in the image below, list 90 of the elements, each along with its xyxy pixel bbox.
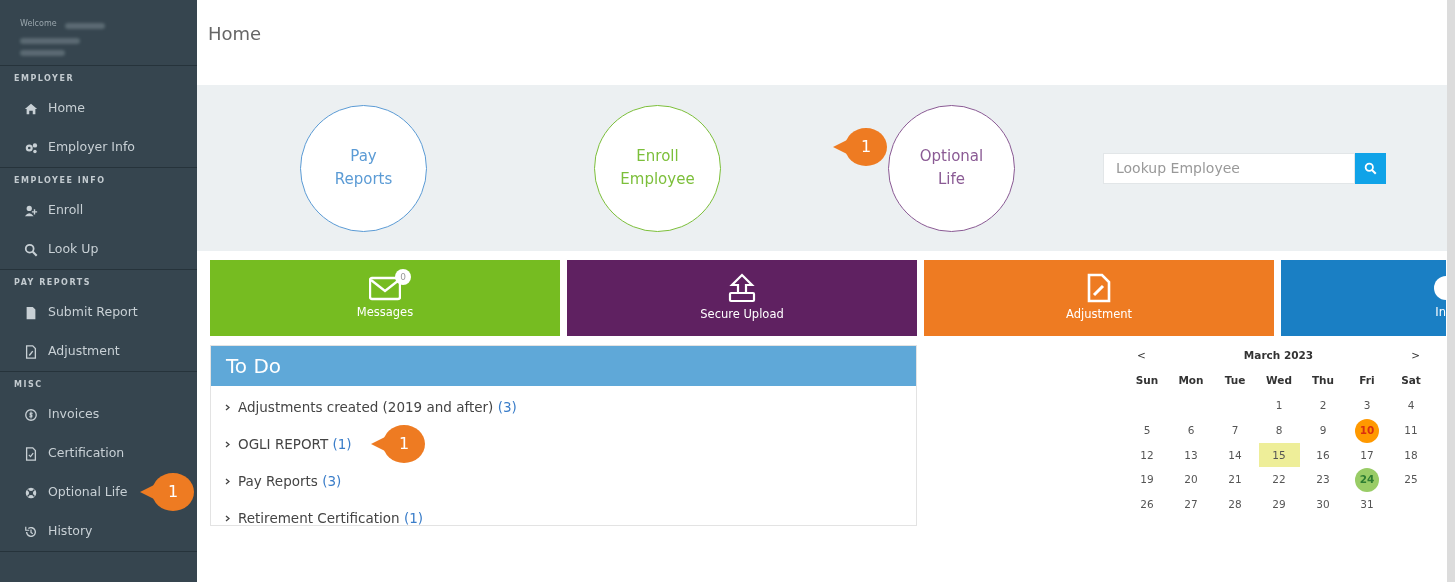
weekday-label: Thu bbox=[1311, 374, 1335, 386]
calendar-day[interactable]: 27 bbox=[1184, 496, 1198, 513]
dashboard-tile[interactable]: In bbox=[1281, 260, 1446, 336]
history-icon bbox=[24, 524, 38, 539]
add-user-icon bbox=[24, 203, 38, 218]
next-month-button[interactable]: > bbox=[1411, 348, 1420, 364]
todo-item[interactable]: Adjustments created (2019 and after) (3) bbox=[211, 389, 916, 426]
page-title: Home bbox=[208, 22, 262, 46]
sidebar-item[interactable]: Invoices bbox=[0, 395, 197, 434]
calendar-day[interactable]: 31 bbox=[1360, 496, 1374, 513]
dollar-icon bbox=[24, 407, 38, 422]
edit-document-icon bbox=[1087, 272, 1111, 303]
chevron-icon bbox=[225, 515, 230, 522]
redacted-text bbox=[20, 37, 80, 44]
chevron-icon bbox=[225, 404, 230, 411]
upload-icon bbox=[727, 272, 757, 303]
redacted-text bbox=[64, 22, 105, 29]
callout-marker: 1 bbox=[152, 473, 194, 511]
calendar-day[interactable]: 18 bbox=[1404, 447, 1418, 464]
home-icon bbox=[24, 101, 38, 116]
section-heading: EMPLOYER bbox=[13, 73, 76, 85]
quick-link-circle[interactable]: Optional Life bbox=[888, 104, 1015, 232]
search-field[interactable]: Lookup Employee bbox=[1103, 152, 1355, 184]
calendar-day[interactable]: 19 bbox=[1140, 472, 1154, 488]
count-badge: 0 bbox=[395, 268, 411, 285]
section-heading: MISC bbox=[13, 379, 44, 391]
search-icon bbox=[24, 242, 38, 257]
dashboard-tile[interactable]: Secure Upload bbox=[567, 260, 917, 336]
section-heading: EMPLOYEE INFO bbox=[13, 175, 107, 187]
sidebar-item[interactable]: Certification bbox=[0, 434, 197, 473]
calendar-day[interactable]: 14 bbox=[1228, 447, 1242, 464]
todo-item[interactable]: Retirement Certification (1) bbox=[211, 500, 916, 537]
calendar-day[interactable]: 23 bbox=[1316, 472, 1330, 488]
calendar-day[interactable]: 5 bbox=[1143, 423, 1151, 439]
calendar-day[interactable]: 25 bbox=[1404, 472, 1418, 488]
calendar-day[interactable]: 20 bbox=[1184, 472, 1198, 488]
sidebar-item[interactable]: Adjustment bbox=[0, 332, 197, 371]
sidebar-item[interactable]: Enroll bbox=[0, 191, 197, 230]
weekday-label: Sat bbox=[1401, 374, 1421, 386]
lifebuoy-icon bbox=[24, 485, 38, 500]
calendar-day[interactable]: 2 bbox=[1319, 398, 1327, 415]
calendar-day[interactable]: 9 bbox=[1319, 423, 1327, 439]
calendar-day[interactable]: 28 bbox=[1228, 496, 1242, 513]
sidebar-item[interactable]: Submit Report bbox=[0, 293, 197, 332]
calendar-day[interactable]: 21 bbox=[1228, 472, 1242, 488]
check-file-icon bbox=[24, 446, 38, 461]
gears-icon bbox=[24, 140, 38, 155]
calendar-day[interactable]: 12 bbox=[1140, 447, 1154, 464]
callout-marker: 1 bbox=[845, 127, 887, 166]
calendar-day[interactable]: 29 bbox=[1272, 496, 1286, 513]
calendar-day[interactable]: 4 bbox=[1407, 398, 1415, 415]
calendar-day[interactable]: 8 bbox=[1275, 423, 1283, 439]
calendar-day[interactable]: 15 bbox=[1258, 443, 1300, 468]
weekday-label: Fri bbox=[1359, 374, 1375, 386]
todo-item[interactable]: Pay Reports (3) bbox=[211, 463, 916, 500]
sidebar-item[interactable]: Look Up bbox=[0, 230, 197, 269]
panel-title: To Do bbox=[226, 353, 282, 380]
search-icon bbox=[1364, 161, 1377, 175]
welcome-text: Welcome bbox=[20, 18, 57, 30]
sidebar-item[interactable]: Employer Info bbox=[0, 128, 197, 167]
sidebar-item[interactable]: Home bbox=[0, 89, 197, 128]
redacted-text bbox=[20, 49, 65, 56]
calendar-day[interactable]: 1 bbox=[1275, 398, 1283, 415]
search-button[interactable] bbox=[1355, 152, 1386, 184]
calendar-day[interactable]: 7 bbox=[1231, 423, 1239, 439]
weekday-label: Sun bbox=[1135, 374, 1159, 386]
sidebar-item[interactable]: History bbox=[0, 512, 197, 551]
chevron-icon bbox=[225, 478, 230, 485]
calendar-day[interactable]: 11 bbox=[1404, 423, 1418, 439]
callout-marker: 1 bbox=[383, 425, 425, 463]
pencil-file-icon bbox=[24, 344, 38, 359]
weekday-label: Wed bbox=[1266, 374, 1292, 386]
weekday-label: Tue bbox=[1224, 374, 1246, 386]
calendar-day[interactable]: 17 bbox=[1360, 447, 1374, 464]
chevron-icon bbox=[225, 441, 230, 448]
calendar-day[interactable]: 13 bbox=[1184, 447, 1198, 464]
calendar-day[interactable]: 30 bbox=[1316, 496, 1330, 513]
weekday-label: Mon bbox=[1178, 374, 1204, 386]
envelope-icon bbox=[369, 274, 401, 301]
calendar-day[interactable]: 6 bbox=[1187, 423, 1195, 439]
calendar-day[interactable]: 16 bbox=[1316, 447, 1330, 464]
previous-month-button[interactable]: < bbox=[1137, 348, 1146, 364]
calendar-day[interactable]: 3 bbox=[1363, 398, 1371, 415]
calendar-day[interactable]: 22 bbox=[1272, 472, 1286, 488]
sidebar-item[interactable]: Optional Life 1 bbox=[0, 473, 197, 512]
calendar-day[interactable]: 26 bbox=[1140, 496, 1154, 513]
month-title: March 2023 bbox=[1243, 348, 1314, 364]
section-heading: PAY REPORTS bbox=[13, 277, 92, 289]
todo-item[interactable]: OGLI REPORT (1) 1 bbox=[211, 426, 916, 463]
file-icon bbox=[24, 305, 38, 320]
